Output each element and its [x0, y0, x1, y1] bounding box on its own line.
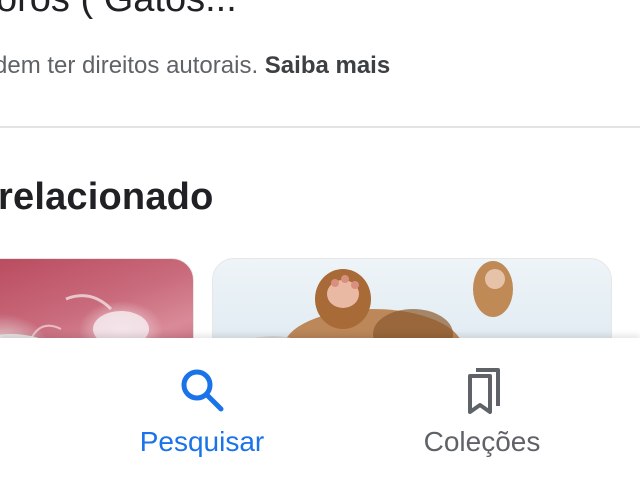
bottom-navigation-bar: Pesquisar Coleções: [0, 338, 640, 480]
page-title: oros ( Gatos...: [0, 0, 237, 21]
nav-search-label: Pesquisar: [139, 426, 265, 457]
search-icon: [181, 369, 224, 412]
bookmarks-icon: [468, 368, 500, 414]
nav-collections-tab[interactable]: Coleções: [372, 338, 592, 480]
copyright-notice: dem ter direitos autorais. Saiba mais: [0, 52, 390, 80]
nav-search-tab[interactable]: Pesquisar: [92, 338, 312, 480]
divider: [0, 126, 640, 128]
learn-more-link[interactable]: Saiba mais: [265, 52, 390, 79]
copyright-notice-text: dem ter direitos autorais.: [0, 52, 259, 79]
related-section-title: relacionado: [0, 176, 214, 218]
nav-collections-label: Coleções: [423, 426, 541, 457]
